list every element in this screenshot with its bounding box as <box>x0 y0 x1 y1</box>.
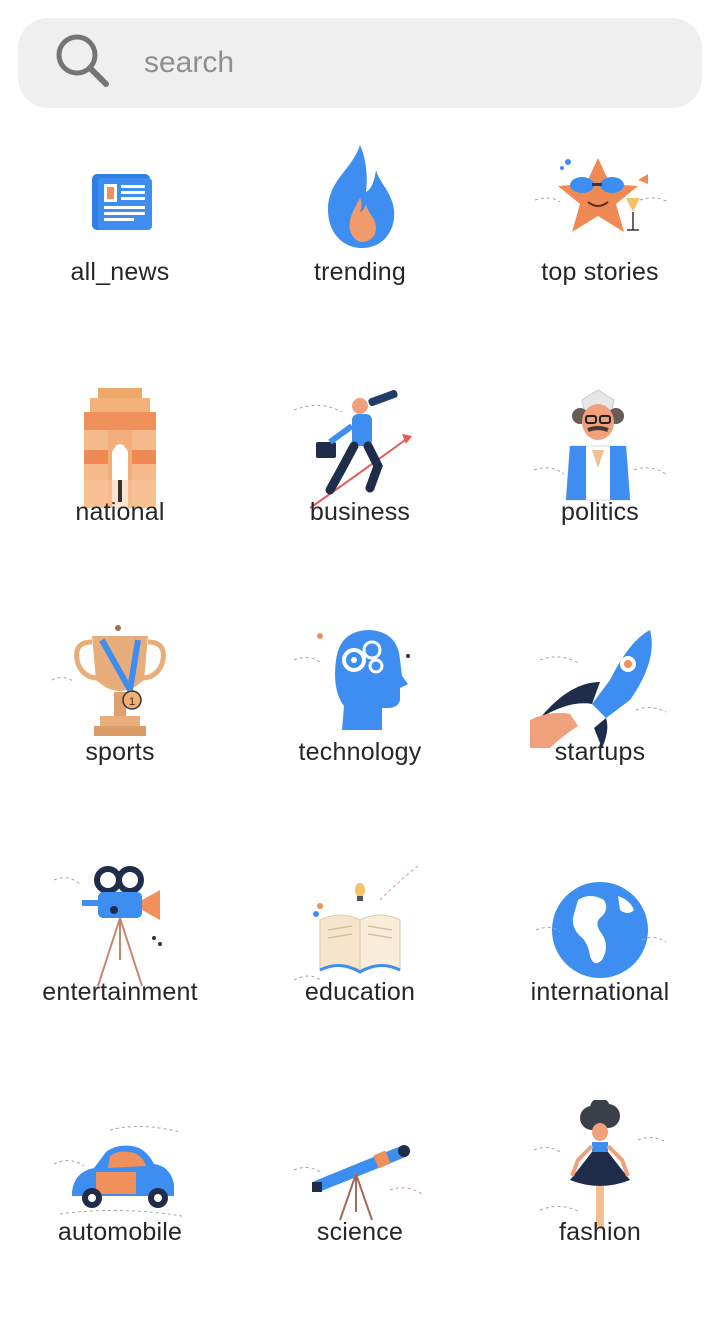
india-gate-icon <box>50 380 190 510</box>
category-technology[interactable]: technology <box>240 600 480 840</box>
category-label: trending <box>314 258 406 286</box>
category-trending[interactable]: trending <box>240 120 480 360</box>
category-international[interactable]: international <box>480 840 720 1080</box>
category-label: politics <box>560 498 640 526</box>
category-label: sports <box>85 738 155 766</box>
politician-icon <box>530 380 670 510</box>
category-label: top stories <box>541 258 659 286</box>
movie-camera-icon <box>50 860 190 990</box>
category-all-news[interactable]: all_news <box>0 120 240 360</box>
car-icon <box>50 1100 190 1230</box>
telescope-icon <box>290 1100 430 1230</box>
category-label: fashion <box>558 1218 641 1246</box>
category-label: science <box>316 1218 404 1246</box>
category-science[interactable]: science <box>240 1080 480 1320</box>
category-label: automobile <box>57 1218 183 1246</box>
globe-icon <box>530 860 670 990</box>
star-sunglasses-icon <box>530 140 670 270</box>
businessman-telescope-icon <box>290 380 430 510</box>
category-startups[interactable]: startups <box>480 600 720 840</box>
category-politics[interactable]: politics <box>480 360 720 600</box>
flame-icon <box>290 140 430 270</box>
category-entertainment[interactable]: entertainment <box>0 840 240 1080</box>
category-label: entertainment <box>42 978 198 1006</box>
category-sports[interactable]: 1 sports <box>0 600 240 840</box>
open-book-icon <box>290 860 430 990</box>
category-business[interactable]: business <box>240 360 480 600</box>
category-top-stories[interactable]: top stories <box>480 120 720 360</box>
category-national[interactable]: national <box>0 360 240 600</box>
category-label: education <box>304 978 416 1006</box>
category-label: national <box>75 498 165 526</box>
fashion-model-icon <box>530 1100 670 1230</box>
category-education[interactable]: education <box>240 840 480 1080</box>
newspaper-icon <box>50 140 190 270</box>
category-label: startups <box>554 738 646 766</box>
search-input[interactable] <box>144 38 684 88</box>
category-label: business <box>309 498 411 526</box>
trophy-icon: 1 <box>50 620 190 750</box>
category-label: all_news <box>70 258 170 286</box>
search-icon <box>52 30 112 90</box>
category-fashion[interactable]: fashion <box>480 1080 720 1320</box>
category-automobile[interactable]: automobile <box>0 1080 240 1320</box>
rocket-icon <box>530 620 670 750</box>
category-label: technology <box>298 738 422 766</box>
category-label: international <box>530 978 670 1006</box>
svg-text:1: 1 <box>129 696 135 708</box>
category-grid: all_news trending top stories national b… <box>0 120 720 1280</box>
search-bar[interactable] <box>18 18 702 108</box>
head-gears-icon <box>290 620 430 750</box>
